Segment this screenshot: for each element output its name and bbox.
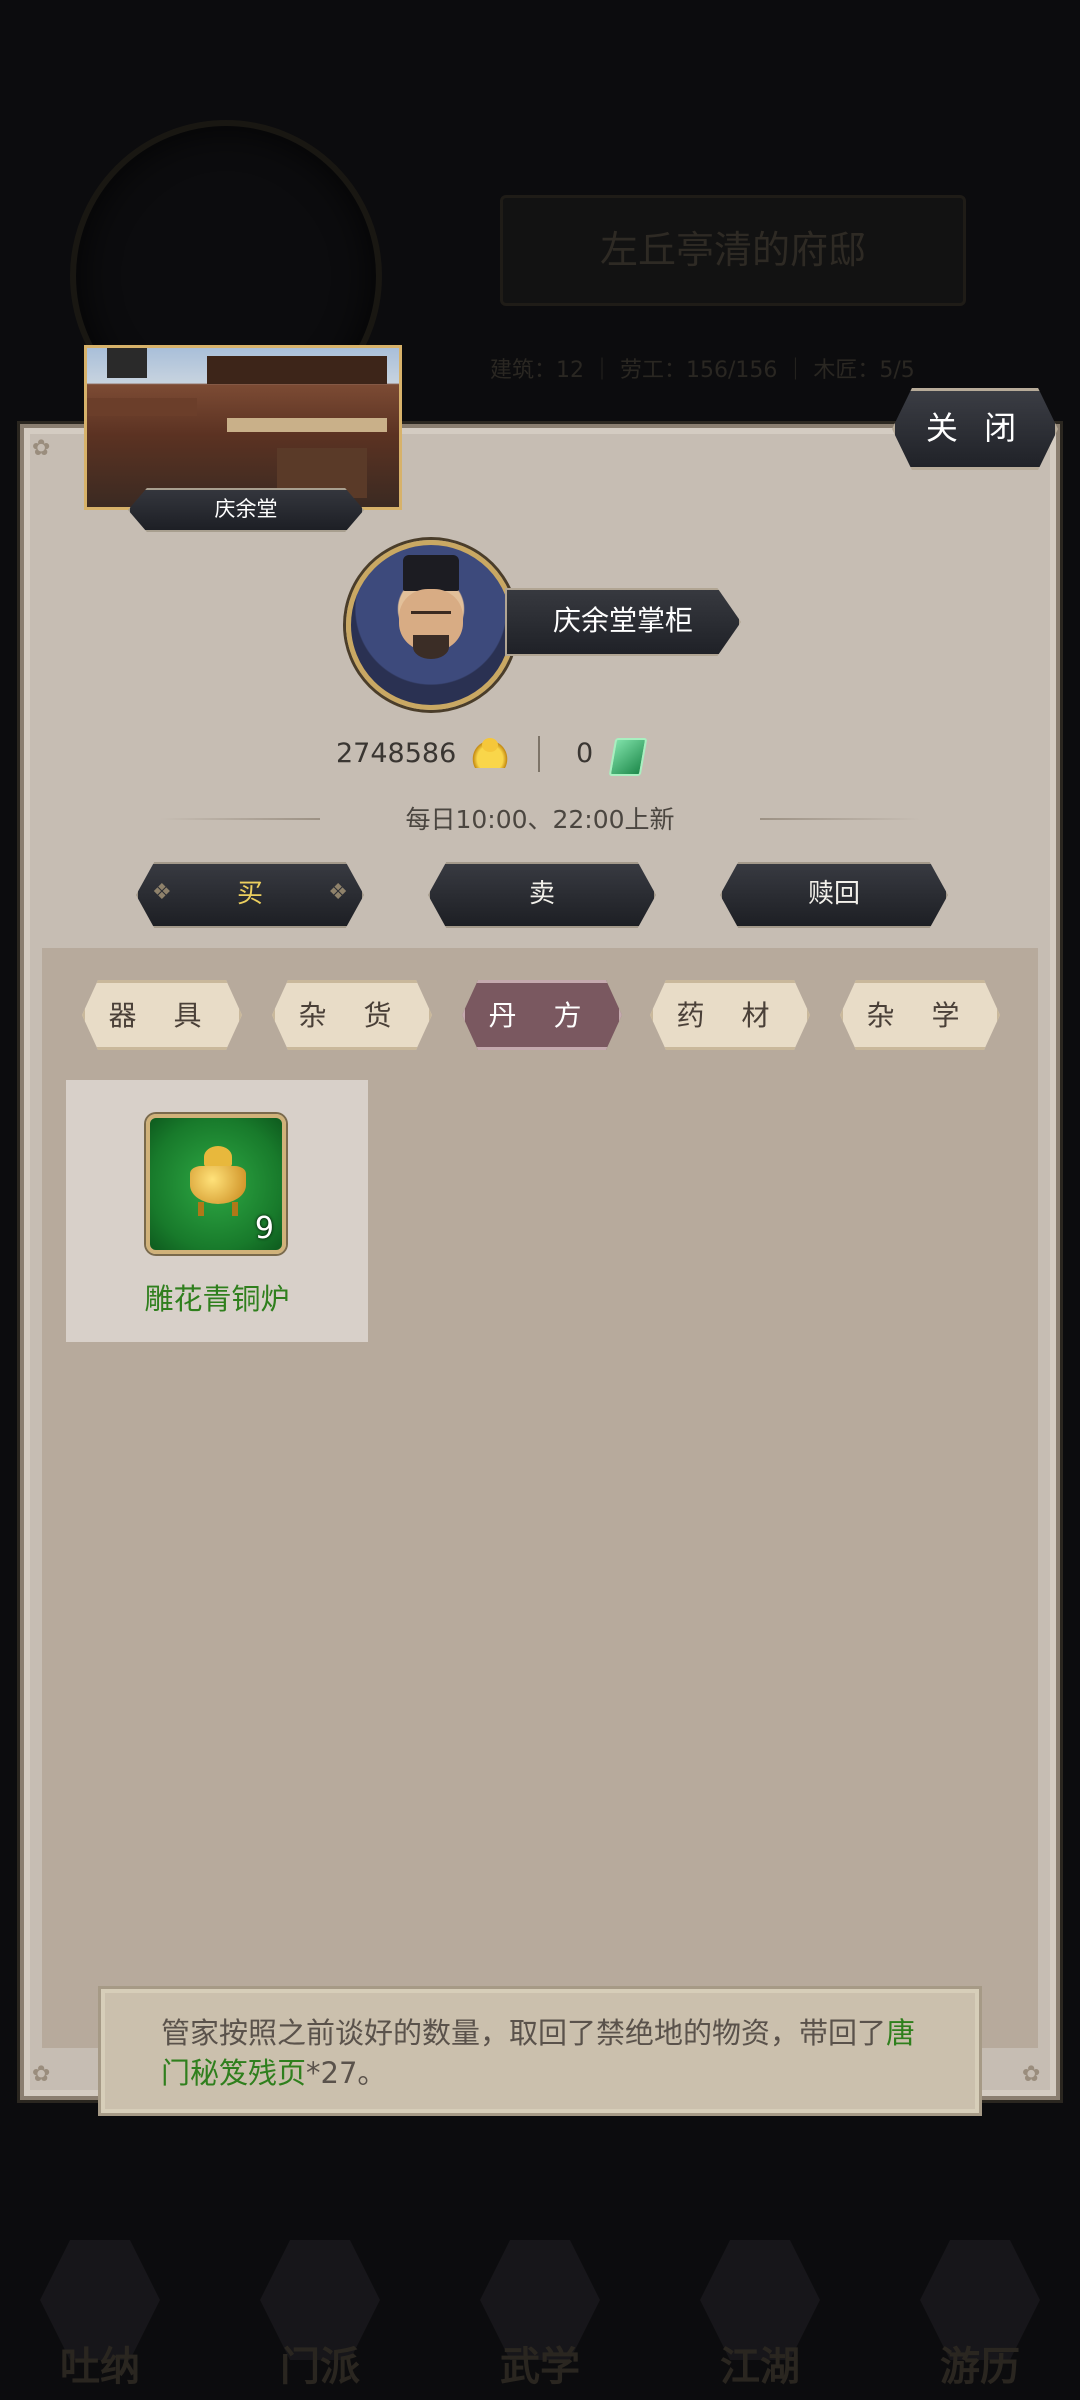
corner-ornament-icon: ✿	[1022, 2062, 1041, 2087]
corner-ornament-icon: ✿	[32, 2062, 51, 2087]
nav-sect[interactable]: 门派	[250, 2230, 390, 2400]
nav-label: 江湖	[720, 2344, 800, 2390]
tab-tools[interactable]: 器 具	[82, 980, 242, 1050]
owner-title: 庆余堂掌柜	[505, 588, 741, 656]
tab-misc-studies[interactable]: 杂 学	[840, 980, 1000, 1050]
ornament-icon: ❖	[152, 880, 172, 905]
item-card[interactable]: 9 雕花青铜炉	[66, 1080, 368, 1342]
redeem-label: 赎回	[807, 879, 860, 909]
nav-label: 武学	[500, 2344, 580, 2390]
shop-name: 庆余堂	[128, 488, 364, 532]
tab-recipes[interactable]: 丹 方	[462, 980, 622, 1050]
nav-travel[interactable]: 游历	[910, 2230, 1050, 2400]
ornament-icon: ❖	[328, 880, 348, 905]
toast-text: 管家按照之前谈好的数量，取回了禁绝地的物资，带回了	[161, 2016, 887, 2050]
currency-divider	[538, 736, 540, 772]
nav-label: 门派	[280, 2344, 360, 2390]
sell-button[interactable]: 卖	[428, 862, 656, 928]
jade-amount: 0	[576, 738, 594, 769]
divider-right	[760, 818, 920, 820]
buy-label: 买	[236, 879, 263, 909]
item-count: 9	[254, 1211, 274, 1246]
corner-ornament-icon: ✿	[32, 436, 51, 461]
bronze-censer-icon: 9	[146, 1114, 286, 1254]
shopkeeper-avatar	[346, 540, 516, 710]
gold-ingot-icon	[470, 738, 510, 768]
item-name: 雕花青铜炉	[144, 1282, 290, 1316]
shop-thumbnail	[84, 345, 402, 510]
toast-suffix: *27。	[306, 2056, 387, 2090]
jade-token-icon	[608, 738, 648, 776]
sell-label: 卖	[528, 879, 555, 909]
nav-label: 游历	[940, 2344, 1020, 2390]
gold-amount: 2748586	[336, 738, 457, 769]
notification-toast: 管家按照之前谈好的数量，取回了禁绝地的物资，带回了唐门秘笈残页*27。	[98, 1986, 982, 2116]
mansion-stats: 建筑：12 ｜ 劳工：156/156 ｜ 木匠：5/5	[490, 358, 915, 383]
mansion-title: 左丘亭清的府邸	[500, 195, 966, 306]
tab-goods[interactable]: 杂 货	[272, 980, 432, 1050]
nav-martial-arts[interactable]: 武学	[470, 2230, 610, 2400]
redeem-button[interactable]: 赎回	[720, 862, 948, 928]
tab-herbs[interactable]: 药 材	[650, 980, 810, 1050]
bottom-nav: 吐纳 门派 武学 江湖 游历	[0, 2230, 1080, 2400]
nav-breathing[interactable]: 吐纳	[30, 2230, 170, 2400]
nav-jianghu[interactable]: 江湖	[690, 2230, 830, 2400]
close-button[interactable]: 关 闭	[892, 388, 1058, 470]
buy-button[interactable]: ❖ 买 ❖	[136, 862, 364, 928]
nav-label: 吐纳	[60, 2344, 140, 2390]
